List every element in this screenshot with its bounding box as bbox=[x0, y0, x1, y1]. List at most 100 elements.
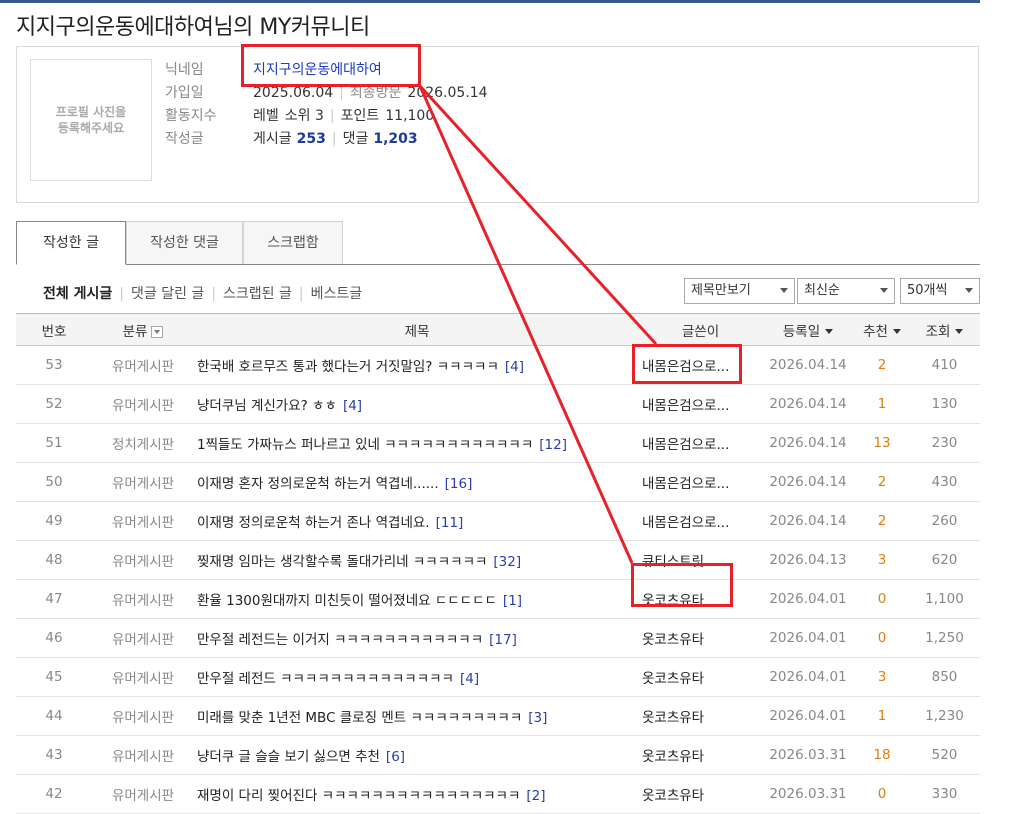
post-title-link[interactable]: 이재명 정의로운척 하는거 존나 역겹네요. bbox=[197, 515, 430, 531]
post-date: 2026.03.31 bbox=[761, 774, 855, 814]
post-title-link[interactable]: 환율 1300원대까지 미친듯이 떨어졌네요 ㄷㄷㄷㄷㄷ bbox=[197, 593, 497, 609]
post-title-link[interactable]: 찢재명 임마는 생각할수록 돌대가리네 ㅋㅋㅋㅋㅋㅋ bbox=[197, 554, 487, 570]
page-size-select[interactable]: 50개씩 bbox=[900, 278, 980, 304]
comment-count-link[interactable]: [16] bbox=[445, 476, 473, 492]
post-author[interactable]: 내몸은검으로... bbox=[640, 501, 761, 541]
comment-count-link[interactable]: [3] bbox=[528, 710, 547, 726]
post-category[interactable]: 유머게시판 bbox=[92, 657, 194, 697]
header-date[interactable]: 등록일 bbox=[761, 313, 855, 346]
filter-best-posts[interactable]: 베스트글 bbox=[311, 286, 363, 302]
post-author[interactable]: 내몸은검으로... bbox=[640, 423, 761, 463]
post-author[interactable]: 내몸은검으로... bbox=[640, 462, 761, 502]
post-title-link[interactable]: 한국배 호르무즈 통과 했다는거 거짓말임? ㅋㅋㅋㅋㅋ bbox=[197, 359, 499, 375]
comment-count-link[interactable]: [17] bbox=[489, 632, 517, 648]
chevron-down-icon bbox=[880, 288, 888, 293]
tab-written-comments[interactable]: 작성한 댓글 bbox=[126, 221, 243, 264]
profile-box: 프로필 사진을 등록해주세요 닉네임 지지구의운동에대하여 가입일 2025.0… bbox=[16, 46, 979, 203]
join-label: 가입일 bbox=[165, 85, 204, 101]
post-recommend-count: 13 bbox=[855, 423, 909, 463]
post-category[interactable]: 유머게시판 bbox=[92, 774, 194, 814]
table-row[interactable]: 51 정치게시판 1찍들도 가짜뉴스 퍼나르고 있네 ㅋㅋㅋㅋㅋㅋㅋㅋㅋㅋㅋㅋ [12… bbox=[16, 423, 980, 463]
post-author[interactable]: 옷코츠유타 bbox=[640, 579, 761, 619]
comment-count-link[interactable]: [4] bbox=[343, 398, 362, 414]
header-category[interactable]: 분류 bbox=[92, 313, 194, 346]
post-author[interactable]: 옷코츠유타 bbox=[640, 696, 761, 736]
header-recommend[interactable]: 추천 bbox=[855, 313, 909, 346]
header-date-label: 등록일 bbox=[782, 323, 821, 340]
table-row[interactable]: 48 유머게시판 찢재명 임마는 생각할수록 돌대가리네 ㅋㅋㅋㅋㅋㅋ [32] 큐티스… bbox=[16, 540, 980, 580]
post-number: 50 bbox=[16, 462, 92, 502]
header-views[interactable]: 조회 bbox=[909, 313, 980, 346]
table-row[interactable]: 42 유머게시판 재명이 다리 찢어진다 ㅋㅋㅋㅋㅋㅋㅋㅋㅋㅋㅋㅋㅋㅋㅋㅋ [2] 옷코… bbox=[16, 774, 980, 814]
table-row[interactable]: 44 유머게시판 미래를 맞춘 1년전 MBC 클로징 멘트 ㅋㅋㅋㅋㅋㅋㅋㅋㅋ [3… bbox=[16, 696, 980, 736]
post-category[interactable]: 유머게시판 bbox=[92, 735, 194, 775]
post-category[interactable]: 정치게시판 bbox=[92, 423, 194, 463]
post-count-label: 게시글 bbox=[253, 131, 292, 147]
post-category[interactable]: 유머게시판 bbox=[92, 696, 194, 736]
post-title-link[interactable]: 만우절 레전드는 이거지 ㅋㅋㅋㅋㅋㅋㅋㅋㅋㅋㅋㅋ bbox=[197, 632, 483, 648]
comment-count-link[interactable]: [32] bbox=[493, 554, 521, 570]
post-category[interactable]: 유머게시판 bbox=[92, 579, 194, 619]
table-row[interactable]: 52 유머게시판 냥더쿠님 계신가요? ㅎㅎ [4] 내몸은검으로... 2026.04.… bbox=[16, 384, 980, 424]
post-title-link[interactable]: 냥더쿠 글 슬슬 보기 싫으면 추천 bbox=[197, 749, 380, 765]
tab-written-posts[interactable]: 작성한 글 bbox=[16, 221, 126, 265]
post-category[interactable]: 유머게시판 bbox=[92, 384, 194, 424]
post-title-cell: 냥더쿠 글 슬슬 보기 싫으면 추천 [6] bbox=[194, 735, 640, 775]
join-date: 2025.06.04 bbox=[253, 85, 334, 101]
header-recommend-label: 추천 bbox=[863, 323, 888, 340]
table-row[interactable]: 45 유머게시판 만우절 레전드 ㅋㅋㅋㅋㅋㅋㅋㅋㅋㅋㅋㅋㅋㅋ [4] 옷코츠유타 202… bbox=[16, 657, 980, 697]
filter-commented-posts[interactable]: 댓글 달린 글 bbox=[131, 286, 204, 302]
post-author[interactable]: 옷코츠유타 bbox=[640, 774, 761, 814]
comment-count-label: 댓글 bbox=[342, 131, 369, 147]
profile-photo-placeholder[interactable]: 프로필 사진을 등록해주세요 bbox=[30, 59, 152, 181]
post-title-cell: 만우절 레전드 ㅋㅋㅋㅋㅋㅋㅋㅋㅋㅋㅋㅋㅋㅋ [4] bbox=[194, 657, 640, 697]
tab-scraps[interactable]: 스크랩함 bbox=[243, 221, 343, 264]
post-title-cell: 찢재명 임마는 생각할수록 돌대가리네 ㅋㅋㅋㅋㅋㅋ [32] bbox=[194, 540, 640, 580]
table-row[interactable]: 46 유머게시판 만우절 레전드는 이거지 ㅋㅋㅋㅋㅋㅋㅋㅋㅋㅋㅋㅋ [17] 옷코츠유… bbox=[16, 618, 980, 658]
post-title-link[interactable]: 만우절 레전드 ㅋㅋㅋㅋㅋㅋㅋㅋㅋㅋㅋㅋㅋㅋ bbox=[197, 671, 454, 687]
table-row[interactable]: 53 유머게시판 한국배 호르무즈 통과 했다는거 거짓말임? ㅋㅋㅋㅋㅋ [4] 내몸… bbox=[16, 345, 980, 385]
post-category[interactable]: 유머게시판 bbox=[92, 501, 194, 541]
post-category[interactable]: 유머게시판 bbox=[92, 618, 194, 658]
post-category[interactable]: 유머게시판 bbox=[92, 462, 194, 502]
post-category[interactable]: 유머게시판 bbox=[92, 345, 194, 385]
post-date: 2026.04.14 bbox=[761, 462, 855, 502]
comment-count-link[interactable]: [4] bbox=[505, 359, 524, 375]
divider: | bbox=[331, 131, 337, 147]
comment-count-link[interactable]: [2] bbox=[526, 788, 545, 804]
post-title-link[interactable]: 재명이 다리 찢어진다 ㅋㅋㅋㅋㅋㅋㅋㅋㅋㅋㅋㅋㅋㅋㅋㅋ bbox=[197, 788, 520, 804]
table-row[interactable]: 43 유머게시판 냥더쿠 글 슬슬 보기 싫으면 추천 [6] 옷코츠유타 2026.03… bbox=[16, 735, 980, 775]
post-count[interactable]: 253 bbox=[297, 128, 326, 151]
post-title-link[interactable]: 냥더쿠님 계신가요? ㅎㅎ bbox=[197, 398, 337, 414]
table-row[interactable]: 47 유머게시판 환율 1300원대까지 미친듯이 떨어졌네요 ㄷㄷㄷㄷㄷ [1] 옷코… bbox=[16, 579, 980, 619]
sort-order-select[interactable]: 최신순 bbox=[797, 278, 895, 304]
view-mode-select[interactable]: 제목만보기 bbox=[684, 278, 795, 304]
filter-all-posts[interactable]: 전체 게시글 bbox=[43, 286, 112, 302]
post-author[interactable]: 옷코츠유타 bbox=[640, 618, 761, 658]
comment-count-link[interactable]: [12] bbox=[539, 437, 567, 453]
post-title-link[interactable]: 1찍들도 가짜뉴스 퍼나르고 있네 ㅋㅋㅋㅋㅋㅋㅋㅋㅋㅋㅋㅋ bbox=[197, 437, 533, 453]
post-recommend-count: 2 bbox=[855, 462, 909, 502]
post-view-count: 230 bbox=[909, 423, 980, 463]
table-row[interactable]: 50 유머게시판 이재명 혼자 정의로운척 하는거 역겹네...... [16] 내몸은… bbox=[16, 462, 980, 502]
table-header-row: 번호 분류 제목 글쓴이 등록일 추천 조회 bbox=[16, 313, 980, 346]
post-author[interactable]: 내몸은검으로... bbox=[640, 384, 761, 424]
post-author[interactable]: 내몸은검으로... bbox=[640, 345, 761, 385]
post-title-link[interactable]: 이재명 혼자 정의로운척 하는거 역겹네...... bbox=[197, 476, 439, 492]
comment-count-link[interactable]: [4] bbox=[460, 671, 479, 687]
comment-count-link[interactable]: [11] bbox=[436, 515, 464, 531]
post-author[interactable]: 큐티스트릿 bbox=[640, 540, 761, 580]
nickname-value[interactable]: 지지구의운동에대하여 bbox=[253, 59, 382, 82]
comment-count[interactable]: 1,203 bbox=[373, 128, 417, 151]
post-title-cell: 미래를 맞춘 1년전 MBC 클로징 멘트 ㅋㅋㅋㅋㅋㅋㅋㅋㅋ [3] bbox=[194, 696, 640, 736]
post-title-link[interactable]: 미래를 맞춘 1년전 MBC 클로징 멘트 ㅋㅋㅋㅋㅋㅋㅋㅋㅋ bbox=[197, 710, 522, 726]
post-date: 2026.04.13 bbox=[761, 540, 855, 580]
filter-scrapped-posts[interactable]: 스크랩된 글 bbox=[223, 286, 292, 302]
table-row[interactable]: 49 유머게시판 이재명 정의로운척 하는거 존나 역겹네요. [11] 내몸은검으로.… bbox=[16, 501, 980, 541]
post-author[interactable]: 옷코츠유타 bbox=[640, 735, 761, 775]
post-category[interactable]: 유머게시판 bbox=[92, 540, 194, 580]
post-author[interactable]: 옷코츠유타 bbox=[640, 657, 761, 697]
comment-count-link[interactable]: [6] bbox=[386, 749, 405, 765]
dropdown-icon[interactable] bbox=[151, 325, 164, 338]
comment-count-link[interactable]: [1] bbox=[503, 593, 522, 609]
